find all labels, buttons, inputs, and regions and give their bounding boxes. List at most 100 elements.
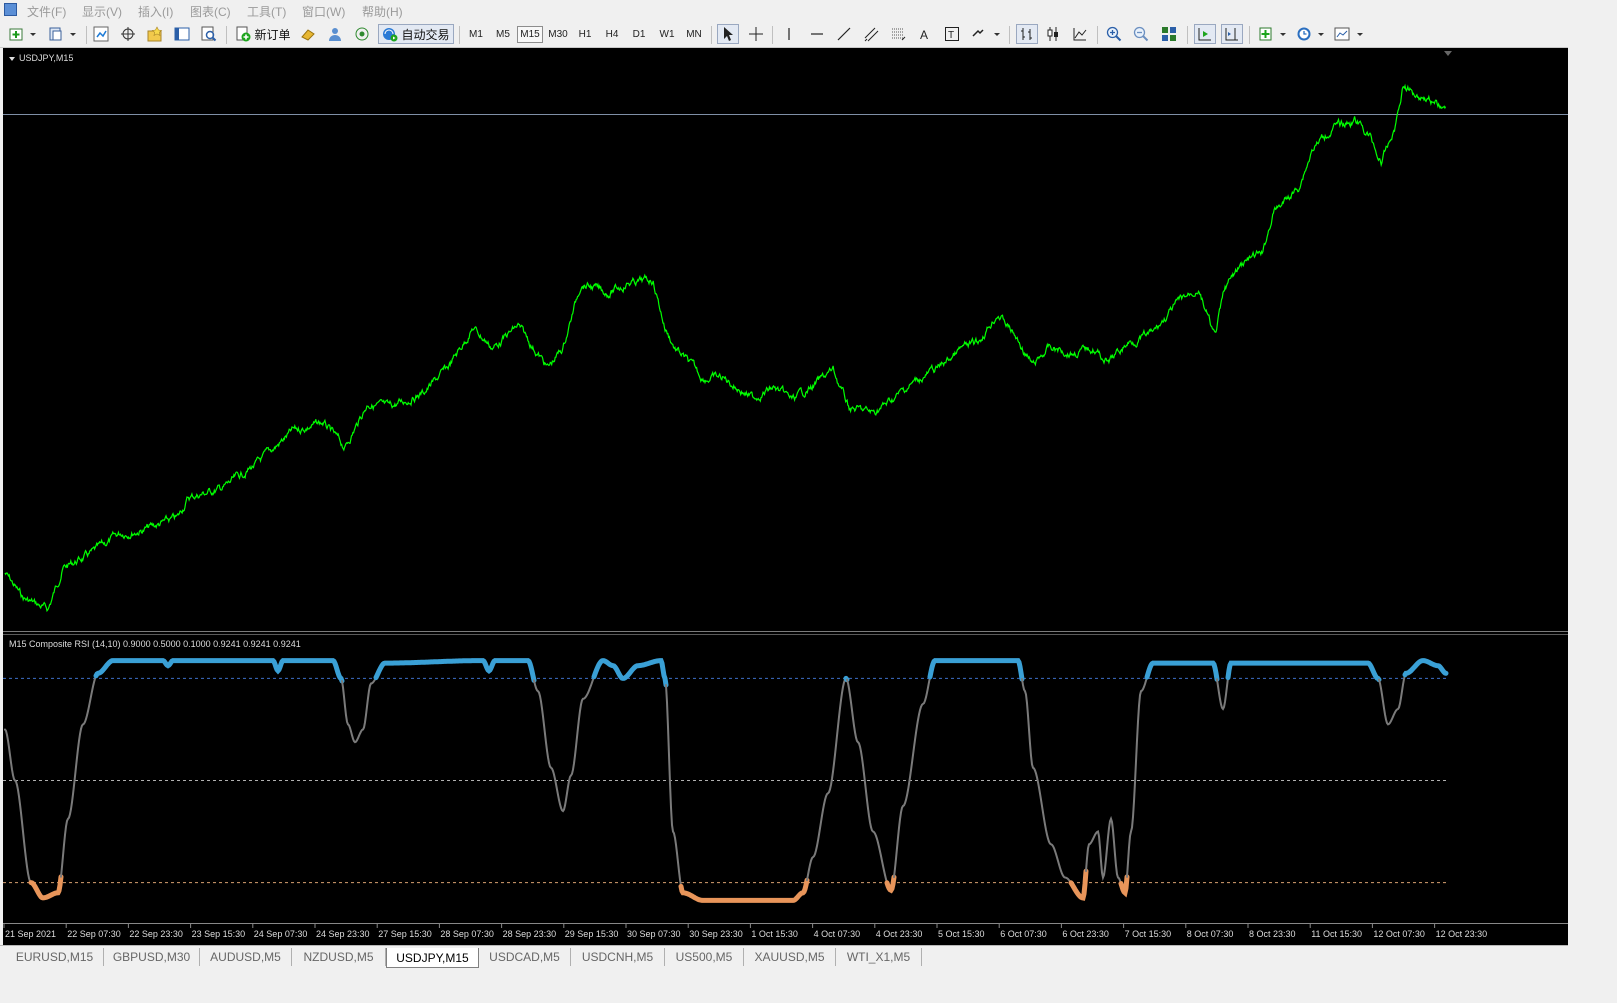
timeframe-m30[interactable]: M30	[545, 26, 571, 43]
profiles-icon	[49, 27, 76, 41]
time-axis-label: 4 Oct 23:30	[876, 929, 923, 939]
clock-icon	[1297, 27, 1324, 41]
vertical-line-button[interactable]	[779, 24, 799, 44]
tab-gbpusd-m30[interactable]: GBPUSD,M30	[104, 948, 200, 966]
indicators-button[interactable]	[1256, 24, 1290, 44]
tab-usdcnh-m5[interactable]: USDCNH,M5	[571, 948, 665, 966]
time-axis-label: 28 Sep 23:30	[503, 929, 557, 939]
horizontal-line-button[interactable]	[807, 24, 827, 44]
menu-file[interactable]: 文件(F)	[27, 3, 66, 20]
tab-nzdusd-m5[interactable]: NZDUSD,M5	[292, 948, 386, 966]
tab-eurusd-m15[interactable]: EURUSD,M15	[6, 948, 104, 966]
time-axis-label: 8 Oct 23:30	[1249, 929, 1296, 939]
chart-shift-button[interactable]	[1221, 24, 1243, 44]
time-axis-label: 6 Oct 07:30	[1000, 929, 1047, 939]
signals-button[interactable]	[325, 24, 345, 44]
menu-insert[interactable]: 插入(I)	[138, 3, 173, 20]
star-folder-icon	[147, 26, 163, 42]
indicator-segment-neutral	[4, 728, 32, 884]
timeframe-m5[interactable]: M5	[490, 26, 516, 43]
menu-charts[interactable]: 图表(C)	[190, 3, 231, 20]
crosshair-target-icon	[121, 27, 135, 41]
fibonacci-button[interactable]	[888, 24, 908, 44]
chart-shift-icon	[1225, 28, 1238, 41]
chart-window[interactable]: 21 Sep 2021 22 Sep 07:30 22 Sep 23:30 23 Se…	[3, 48, 1568, 945]
price-series-line	[4, 83, 1447, 613]
chart-tab-bar: EURUSD,M15 GBPUSD,M30 AUDUSD,M5 NZDUSD,M…	[0, 945, 1568, 973]
market-watch-icon	[93, 26, 109, 42]
menu-window[interactable]: 窗口(W)	[302, 3, 345, 20]
market-watch-button[interactable]	[91, 24, 111, 44]
trendline-icon	[837, 27, 851, 41]
templates-button[interactable]	[1332, 24, 1366, 44]
tab-xauusd-m5[interactable]: XAUUSD,M5	[744, 948, 836, 966]
tab-wti-x1-m5[interactable]: WTI_X1,M5	[836, 948, 922, 966]
new-order-label: 新订单	[254, 27, 291, 42]
chart-symbol-label[interactable]: USDJPY,M15	[9, 53, 73, 63]
new-chart-button[interactable]	[6, 24, 40, 44]
gold-bars-icon	[301, 29, 315, 41]
auto-trading-button[interactable]: 自动交易	[378, 24, 454, 44]
tick-chart-button[interactable]	[298, 24, 318, 44]
time-axis-label: 24 Sep 23:30	[316, 929, 370, 939]
new-order-button[interactable]: 新订单	[232, 24, 294, 44]
tab-us500-m5[interactable]: US500,M5	[665, 948, 744, 966]
timeframe-m15[interactable]: M15	[517, 26, 543, 43]
crosshair-button[interactable]	[746, 24, 766, 44]
terminal-button[interactable]	[172, 24, 192, 44]
indicator-segment-neutral	[806, 677, 847, 882]
timeframe-h1[interactable]: H1	[572, 26, 598, 43]
auto-scroll-button[interactable]	[1194, 24, 1216, 44]
timeframe-w1[interactable]: W1	[654, 26, 680, 43]
text-label-button[interactable]: T	[942, 24, 962, 44]
svg-text:A: A	[920, 28, 928, 42]
zoom-in-button[interactable]	[1104, 24, 1124, 44]
trendline-button[interactable]	[834, 24, 854, 44]
time-axis-label: 23 Sep 15:30	[192, 929, 246, 939]
menu-help[interactable]: 帮助(H)	[362, 3, 403, 20]
indicator-segment-oversold	[884, 874, 897, 894]
strategy-tester-button[interactable]	[199, 24, 219, 44]
indicator-segment-overbought	[1225, 660, 1382, 683]
timeframe-d1[interactable]: D1	[626, 26, 652, 43]
zoom-out-button[interactable]	[1131, 24, 1151, 44]
text-label-icon: T	[945, 27, 959, 41]
tab-usdjpy-m15[interactable]: USDJPY,M15	[386, 948, 479, 968]
arrows-button[interactable]	[969, 24, 1003, 44]
indicator-label: M15 Composite RSI (14,10) 0.9000 0.5000 …	[9, 639, 301, 649]
time-axis-label: 6 Oct 23:30	[1062, 929, 1109, 939]
periods-button[interactable]	[1294, 24, 1328, 44]
tab-audusd-m5[interactable]: AUDUSD,M5	[200, 948, 292, 966]
indicators-icon	[1259, 27, 1286, 41]
magnifier-report-icon	[201, 26, 217, 42]
tile-windows-button[interactable]	[1158, 24, 1180, 44]
new-order-icon	[236, 26, 251, 42]
tab-usdcad-m5[interactable]: USDCAD,M5	[479, 948, 571, 966]
indicator-segment-overbought	[591, 658, 669, 688]
line-chart-button[interactable]	[1070, 24, 1090, 44]
templates-icon	[1334, 27, 1363, 41]
timeframe-m1[interactable]: M1	[463, 26, 489, 43]
market-button[interactable]	[352, 24, 372, 44]
profiles-button[interactable]	[46, 24, 80, 44]
channel-button[interactable]	[861, 24, 881, 44]
time-axis-label: 12 Oct 07:30	[1373, 929, 1425, 939]
indicator-segment-oversold	[1118, 874, 1130, 898]
indicator-segment-overbought	[1402, 658, 1449, 678]
menu-view[interactable]: 显示(V)	[82, 3, 122, 20]
navigator-button[interactable]	[118, 24, 138, 44]
auto-trading-icon	[383, 28, 398, 42]
cursor-button[interactable]	[717, 24, 739, 44]
favorites-button[interactable]	[145, 24, 165, 44]
time-axis-label: 7 Oct 15:30	[1125, 929, 1172, 939]
bar-chart-button[interactable]	[1016, 24, 1038, 44]
candlestick-button[interactable]	[1043, 24, 1063, 44]
app-logo-icon	[4, 3, 17, 16]
text-a-icon: A	[920, 28, 928, 42]
chart-shift-marker-icon[interactable]	[1444, 51, 1452, 56]
timeframe-mn[interactable]: MN	[681, 26, 707, 43]
menu-tools[interactable]: 工具(T)	[247, 3, 286, 20]
chart-canvas[interactable]: 21 Sep 2021 22 Sep 07:30 22 Sep 23:30 23 Se…	[3, 48, 1568, 945]
text-button[interactable]: A	[915, 24, 935, 44]
timeframe-h4[interactable]: H4	[599, 26, 625, 43]
